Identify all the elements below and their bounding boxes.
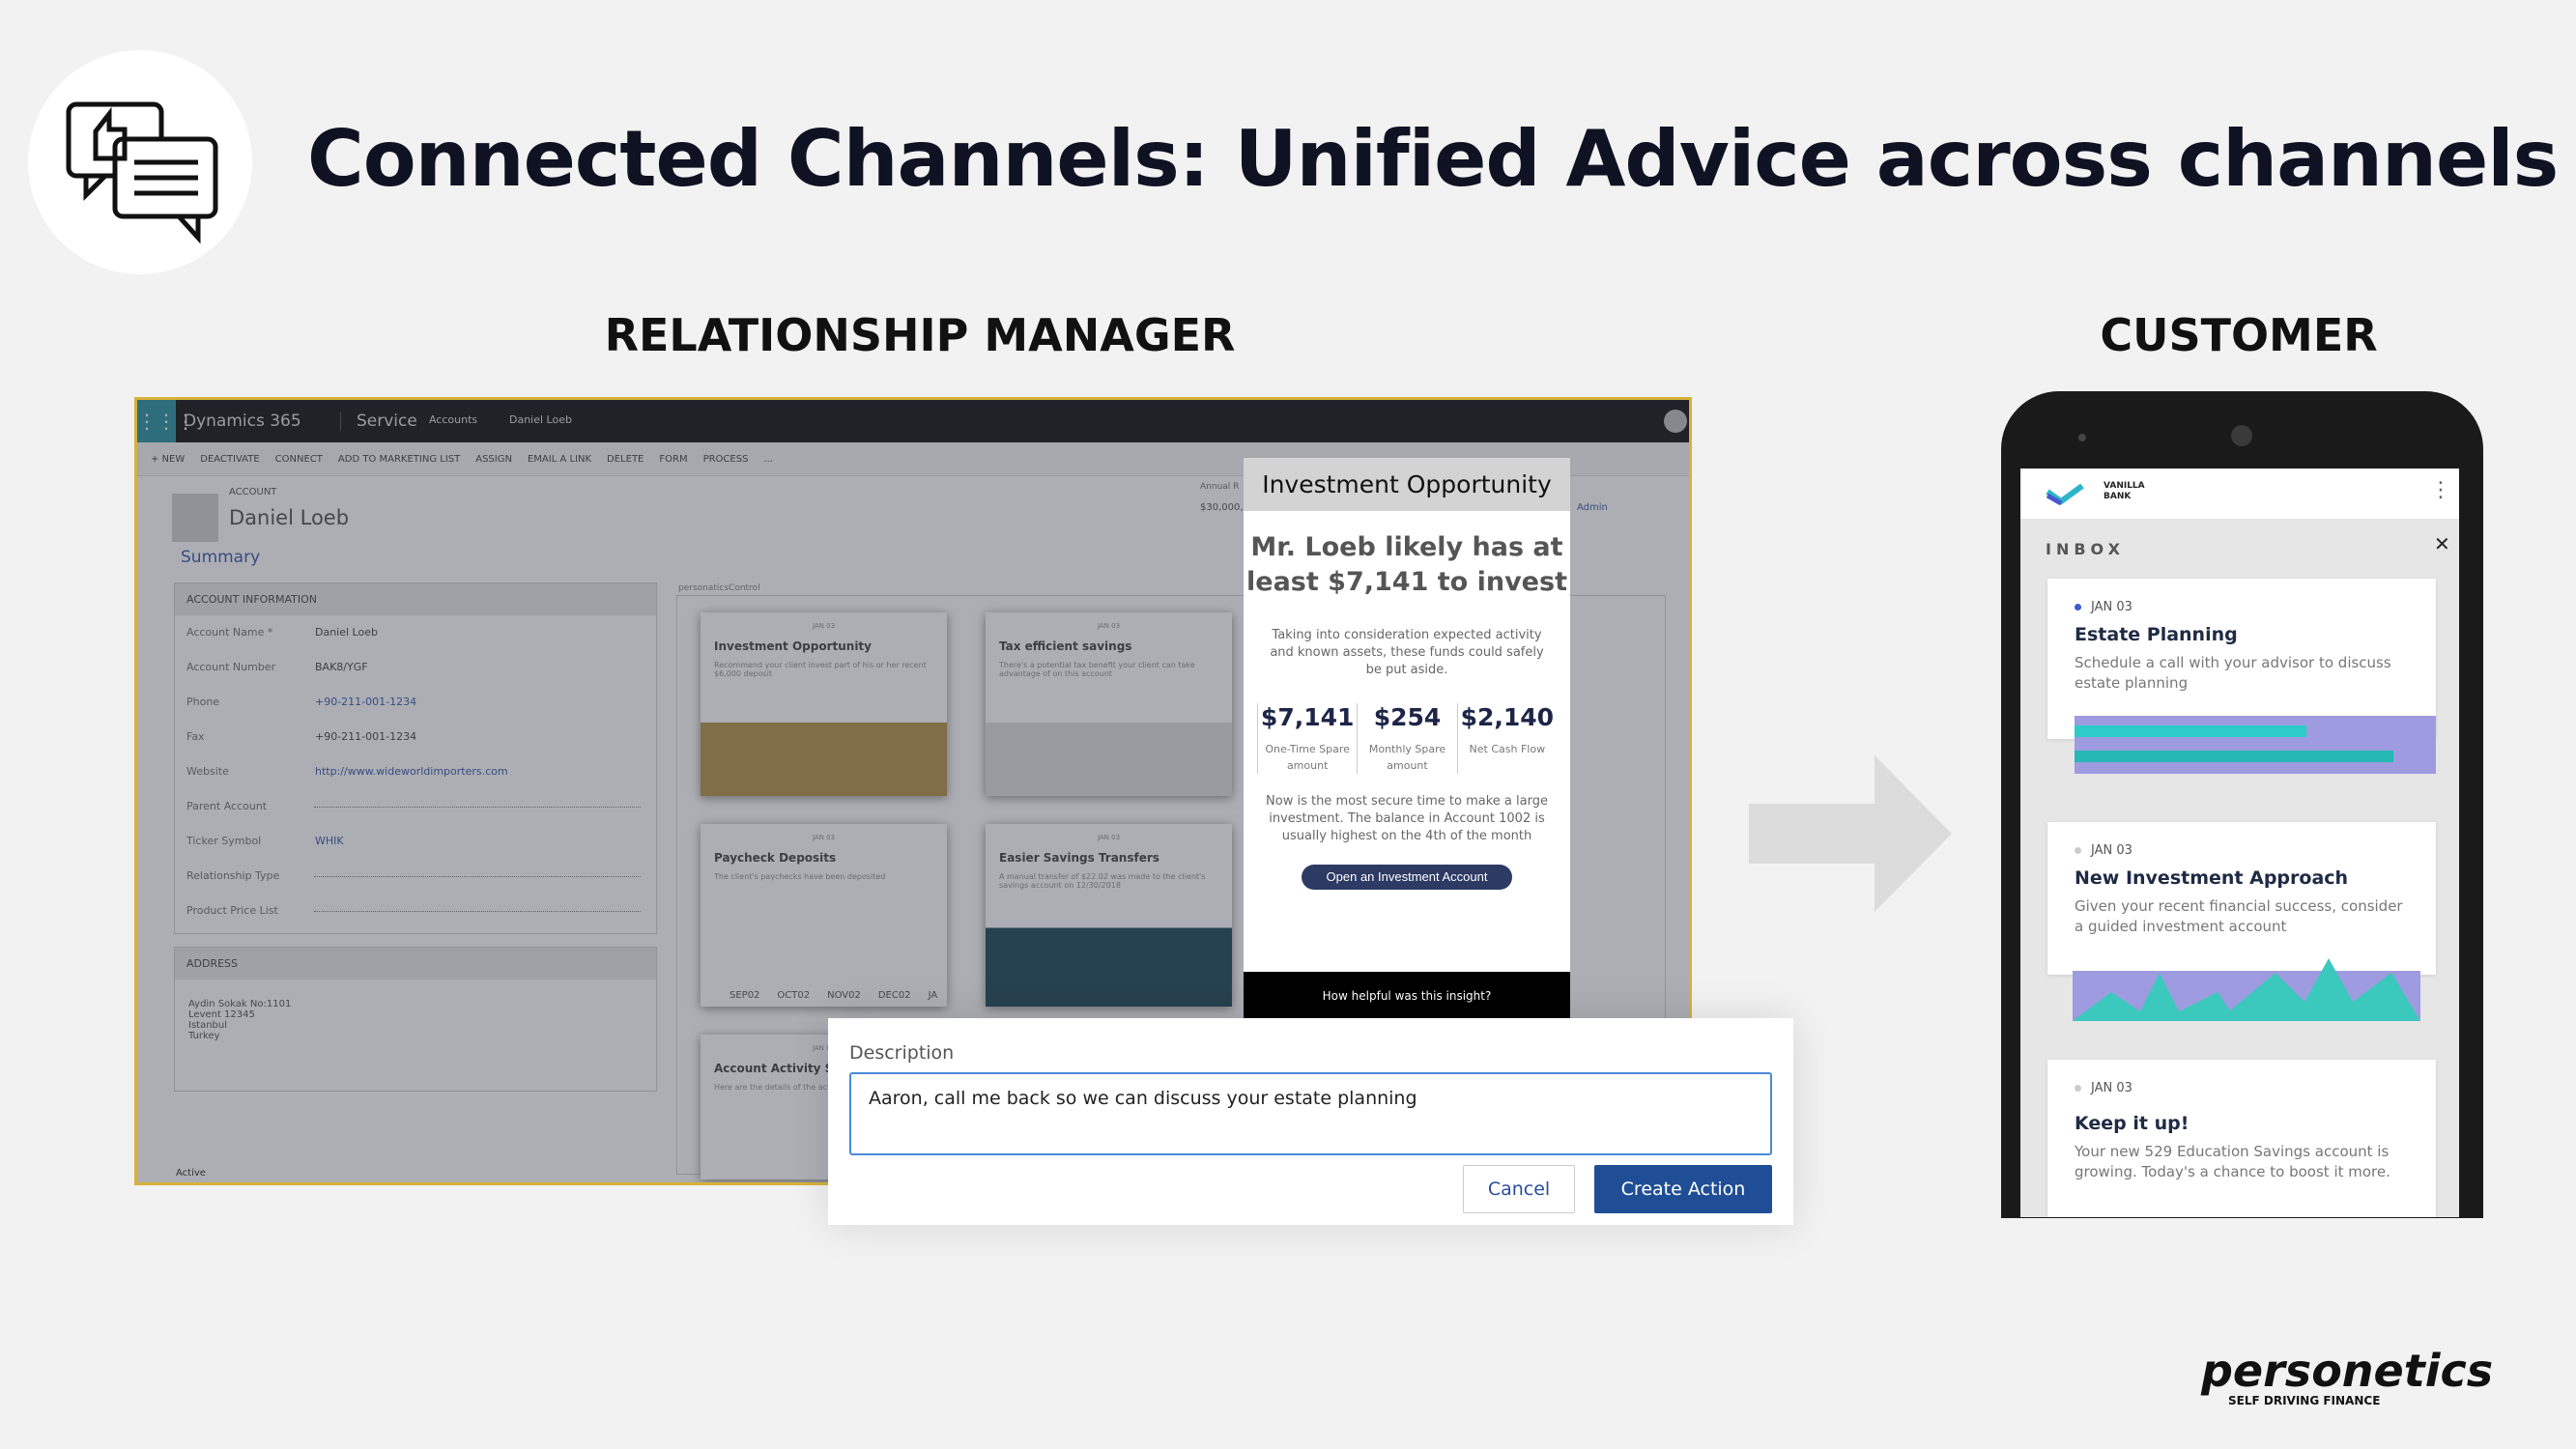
personetics-logo: personetics SELF DRIVING FINANCE — [2201, 1348, 2493, 1407]
insight-popup: Investment Opportunity Mr. Loeb likely h… — [1244, 458, 1570, 1018]
feedback-question: How helpful was this insight? — [1322, 989, 1492, 1003]
bank-logo-icon — [2046, 483, 2084, 505]
arrow-right-icon — [1749, 755, 1952, 916]
item-text: Schedule a call with your advisor to dis… — [2075, 654, 2391, 692]
page-title: Connected Channels: Unified Advice acros… — [307, 114, 2559, 204]
inbox-item[interactable]: JAN 03 Keep it up! Your new 529 Educatio… — [2047, 1060, 2436, 1217]
stat-item: $254 Monthly Spare amount — [1357, 703, 1456, 774]
stat-value: $254 — [1373, 703, 1442, 731]
section-rm-heading: RELATIONSHIP MANAGER — [604, 309, 1236, 361]
mobile-screen: VANILLA BANK ⋮ INBOX ✕ JAN 03 Estate Pla… — [2020, 469, 2459, 1217]
unread-dot-icon — [2075, 604, 2081, 611]
chat-thumbs-up-icon — [28, 50, 252, 274]
stat-label: Monthly Spare amount — [1368, 743, 1446, 772]
description-label: Description — [849, 1042, 955, 1064]
inbox-title: INBOX — [2046, 540, 2125, 558]
inbox-item[interactable]: JAN 03 Estate Planning Schedule a call w… — [2047, 579, 2436, 774]
item-title: Keep it up! — [2075, 1113, 2190, 1134]
cancel-button[interactable]: Cancel — [1463, 1165, 1575, 1213]
stat-value: $7,141 — [1260, 703, 1355, 731]
stat-item: $7,141 One-Time Spare amount — [1257, 703, 1357, 774]
pencils-image — [2075, 716, 2436, 774]
item-date: JAN 03 — [2091, 600, 2132, 614]
item-title: Estate Planning — [2075, 624, 2238, 645]
open-investment-account-button[interactable]: Open an Investment Account — [1302, 865, 1512, 890]
stat-item: $2,140 Net Cash Flow — [1456, 703, 1557, 774]
create-action-button[interactable]: Create Action — [1594, 1165, 1772, 1213]
stat-label: Net Cash Flow — [1469, 743, 1546, 755]
item-date: JAN 03 — [2091, 1081, 2132, 1095]
insight-header: Investment Opportunity — [1244, 458, 1570, 511]
app-header: VANILLA BANK ⋮ — [2020, 469, 2459, 519]
inbox-item[interactable]: JAN 03 New Investment Approach Given you… — [2047, 822, 2436, 975]
description-input[interactable]: Aaron, call me back so we can discuss yo… — [849, 1072, 1772, 1155]
insight-headline: Mr. Loeb likely has at least $7,141 to i… — [1246, 532, 1567, 597]
item-title: New Investment Approach — [2075, 867, 2349, 889]
camera-icon — [2231, 425, 2252, 446]
stat-label: One-Time Spare amount — [1265, 743, 1350, 772]
close-icon[interactable]: ✕ — [2434, 532, 2450, 555]
section-customer-heading: CUSTOMER — [2100, 309, 2378, 361]
logo-wordmark: personetics — [2201, 1345, 2494, 1397]
insight-intro: Taking into consideration expected activ… — [1270, 628, 1544, 677]
create-action-dialog: Description Aaron, call me back so we ca… — [828, 1018, 1793, 1225]
succulent-image — [2073, 958, 2420, 1021]
item-date: JAN 03 — [2091, 843, 2132, 858]
insight-note: Now is the most secure time to make a la… — [1266, 794, 1548, 843]
read-dot-icon — [2075, 1085, 2081, 1092]
read-dot-icon — [2075, 847, 2081, 854]
sensor-icon — [2078, 434, 2086, 441]
item-text: Given your recent financial success, con… — [2075, 897, 2403, 935]
status-text: Active — [176, 1168, 206, 1179]
feedback-bar: How helpful was this insight? — [1244, 972, 1570, 1018]
bank-name: VANILLA BANK — [2104, 481, 2145, 501]
item-text: Your new 529 Education Savings account i… — [2075, 1143, 2390, 1180]
stat-value: $2,140 — [1460, 703, 1555, 731]
more-menu-icon[interactable]: ⋮ — [2430, 478, 2451, 502]
